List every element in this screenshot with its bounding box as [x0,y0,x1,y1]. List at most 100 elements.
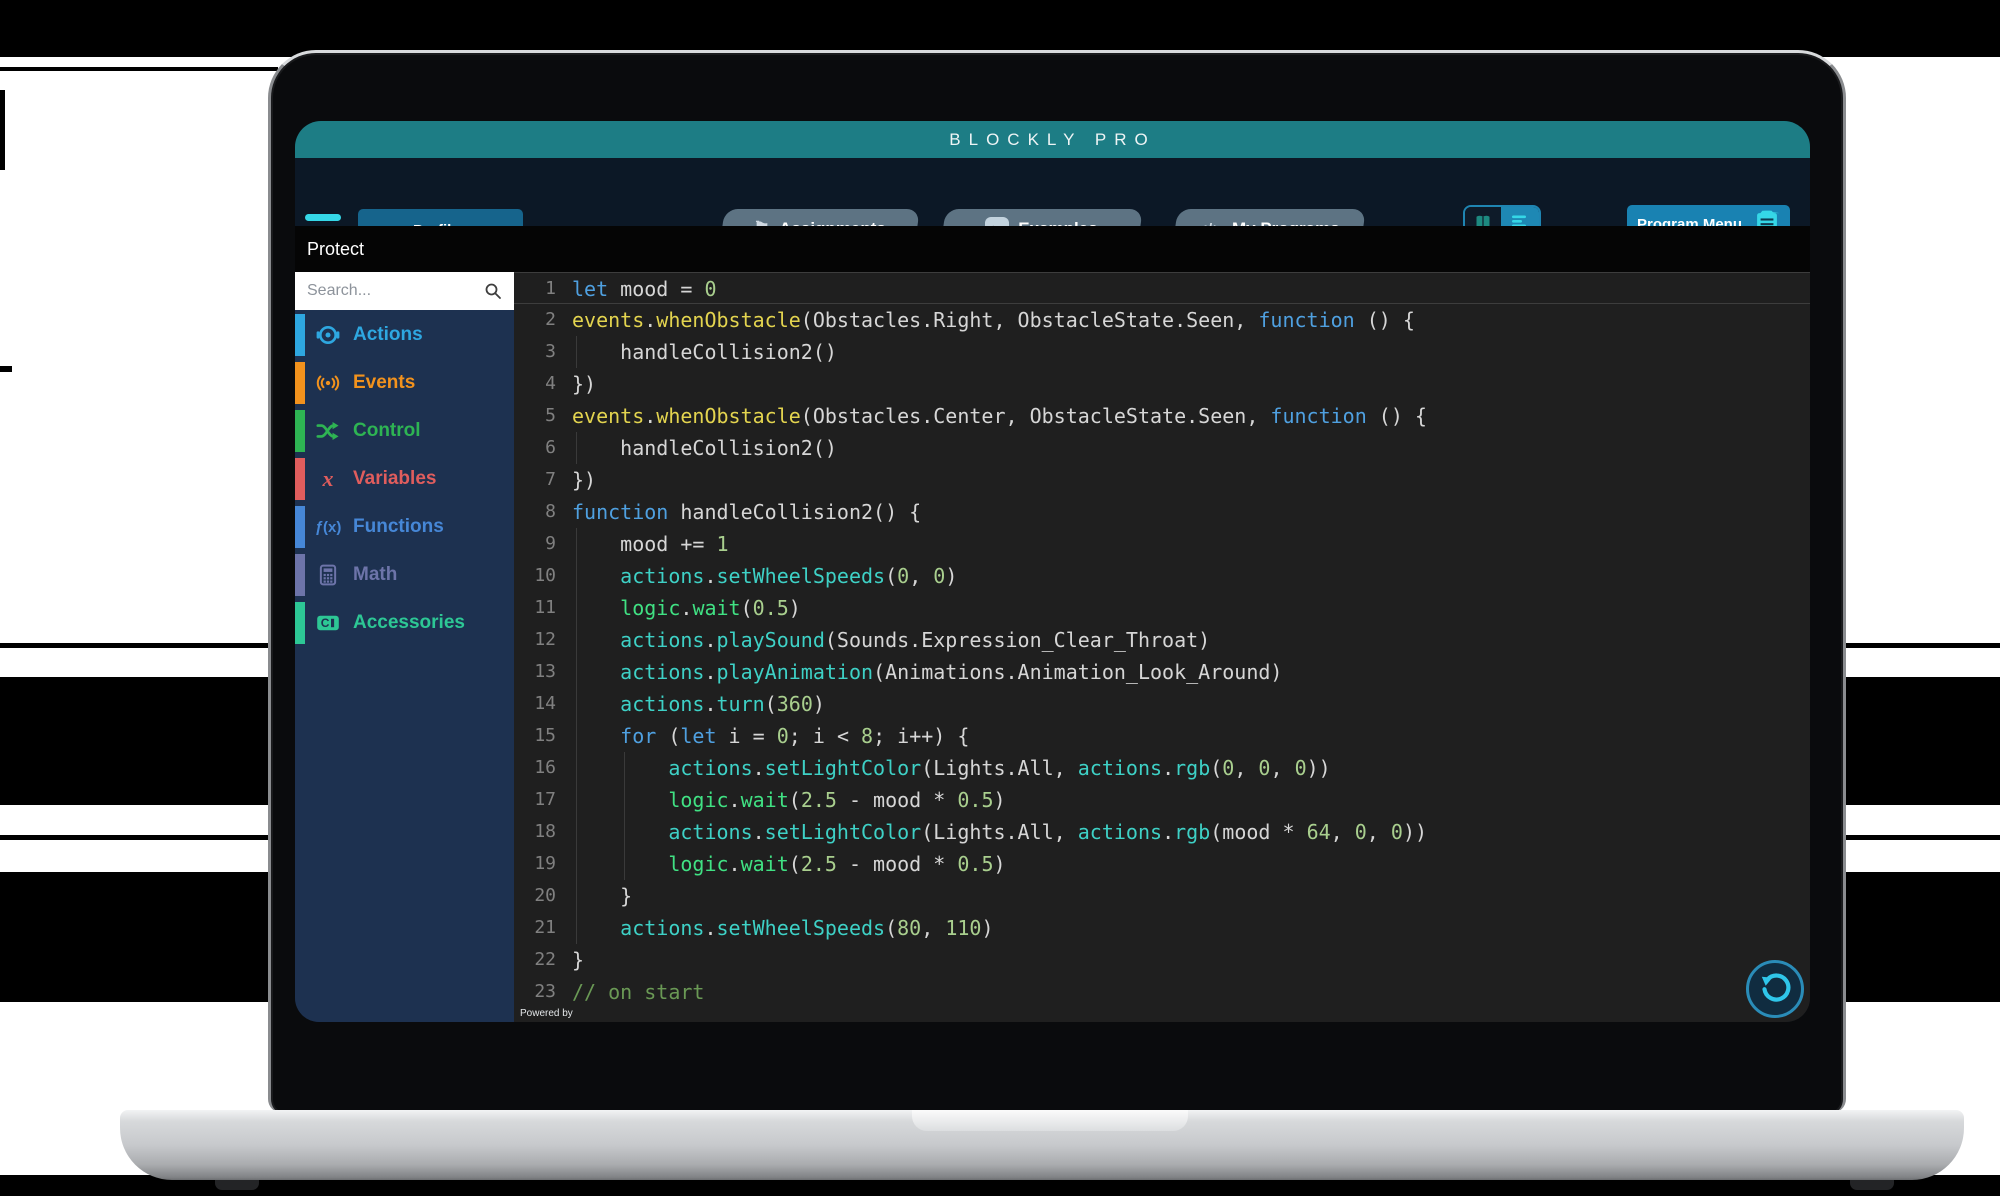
variable-x-icon: x [315,466,341,492]
category-color-stripe [295,362,305,404]
code-line: 22} [514,944,1810,976]
code-text: logic.wait(0.5) [572,592,801,624]
sidebar-item-label: Accessories [353,599,465,647]
line-number: 1 [514,273,556,305]
sidebar-item-events[interactable]: Events [295,359,514,407]
code-text: } [572,944,584,976]
code-editor[interactable]: 1 let mood = 0 2 events.whenObstacle(Obstac… [514,272,1810,1022]
category-color-stripe [295,506,305,548]
protect-label: Protect [307,239,364,260]
search-placeholder: Search... [307,282,484,300]
code-text: events.whenObstacle(Obstacles.Right, Obs… [572,304,1415,336]
code-line: 6 handleCollision2() [514,432,1810,464]
nav-bar: Profiles ⚑ Assignments ▶ Examples </> My… [295,158,1810,226]
code-text: actions.setWheelSpeeds(0, 0) [572,560,957,592]
sidebar-item-label: Events [353,359,415,407]
category-color-stripe [295,602,305,644]
line-number: 13 [514,656,556,688]
search-input[interactable]: Search... [295,272,514,310]
undo-arrow-icon [1757,969,1793,1009]
line-number: 19 [514,848,556,880]
line-number: 22 [514,944,556,976]
code-line: 23// on start [514,976,1810,1008]
code-line: 15 for (let i = 0; i < 8; i++) { [514,720,1810,752]
search-icon [484,282,502,300]
line-number: 5 [514,400,556,432]
block-category-sidebar: Search... ActionsEventsControl x Variables… [295,272,514,1022]
code-line: 16 actions.setLightColor(Lights.All, act… [514,752,1810,784]
sidebar-item-accessories[interactable]: C Accessories [295,599,514,647]
code-line: 7}) [514,464,1810,496]
code-line: 21 actions.setWheelSpeeds(80, 110) [514,912,1810,944]
code-line: 5 events.whenObstacle(Obstacles.Center, O… [514,400,1810,432]
accessory-block-icon: C [315,610,341,636]
code-text: actions.setLightColor(Lights.All, action… [572,816,1427,848]
code-text: } [572,880,632,912]
line-number: 11 [514,592,556,624]
line-number: 3 [514,336,556,368]
code-line: 12 actions.playSound(Sounds.Expression_C… [514,624,1810,656]
page-title: BLOCKLY PRO [949,130,1155,150]
sidebar-item-label: Variables [353,455,436,503]
robot-icon [315,322,341,348]
line-number: 9 [514,528,556,560]
code-text: let mood = 0 [572,273,717,305]
code-line: 9 mood += 1 [514,528,1810,560]
code-line: 4}) [514,368,1810,400]
app-window: BLOCKLY PRO Profiles ⚑ Assignments ▶ [295,121,1810,1022]
category-color-stripe [295,458,305,500]
code-text: actions.playAnimation(Animations.Animati… [572,656,1282,688]
code-text: events.whenObstacle(Obstacles.Center, Ob… [572,400,1427,432]
sidebar-item-label: Control [353,407,421,455]
code-text: actions.setWheelSpeeds(80, 110) [572,912,994,944]
category-color-stripe [295,314,305,356]
line-number: 10 [514,560,556,592]
sidebar-item-actions[interactable]: Actions [295,311,514,359]
sidebar-item-label: Functions [353,503,444,551]
app-body: Search... ActionsEventsControl x Variables… [295,272,1810,1022]
category-color-stripe [295,554,305,596]
code-line: 2 events.whenObstacle(Obstacles.Right, Ob… [514,304,1810,336]
code-line: 18 actions.setLightColor(Lights.All, act… [514,816,1810,848]
line-number: 20 [514,880,556,912]
protect-bar: Protect [295,226,1810,272]
bg-line-left [0,67,278,71]
bg-vline-left [0,90,5,170]
code-text: actions.setLightColor(Lights.All, action… [572,752,1331,784]
shuffle-icon [315,418,341,444]
code-line: 10 actions.setWheelSpeeds(0, 0) [514,560,1810,592]
code-text: actions.turn(360) [572,688,825,720]
code-line: 3 handleCollision2() [514,336,1810,368]
svg-text:C: C [321,616,330,630]
line-number: 16 [514,752,556,784]
bg-mark-left [0,366,12,372]
undo-button[interactable] [1746,960,1804,1018]
code-line: 14 actions.turn(360) [514,688,1810,720]
code-line: 20 } [514,880,1810,912]
code-line: 17 logic.wait(2.5 - mood * 0.5) [514,784,1810,816]
category-color-stripe [295,410,305,452]
bg-top-band [0,0,2000,57]
line-number: 18 [514,816,556,848]
sidebar-item-math[interactable]: Math [295,551,514,599]
line-number: 6 [514,432,556,464]
line-number: 14 [514,688,556,720]
line-number: 12 [514,624,556,656]
app-header: BLOCKLY PRO [295,121,1810,158]
code-text: for (let i = 0; i < 8; i++) { [572,720,969,752]
sidebar-item-control[interactable]: Control [295,407,514,455]
line-number: 21 [514,912,556,944]
code-text: }) [572,368,596,400]
line-number: 2 [514,304,556,336]
code-text: }) [572,464,596,496]
line-number: 17 [514,784,556,816]
code-text: actions.playSound(Sounds.Expression_Clea… [572,624,1210,656]
line-number: 8 [514,496,556,528]
code-line: 19 logic.wait(2.5 - mood * 0.5) [514,848,1810,880]
page: BLOCKLY PRO Profiles ⚑ Assignments ▶ [0,0,2000,1196]
code-text: // on start [572,976,704,1008]
sidebar-item-variables[interactable]: x Variables [295,455,514,503]
code-text: function handleCollision2() { [572,496,921,528]
powered-by-label: Powered by [520,1008,573,1019]
sidebar-item-functions[interactable]: ƒ(x)Functions [295,503,514,551]
